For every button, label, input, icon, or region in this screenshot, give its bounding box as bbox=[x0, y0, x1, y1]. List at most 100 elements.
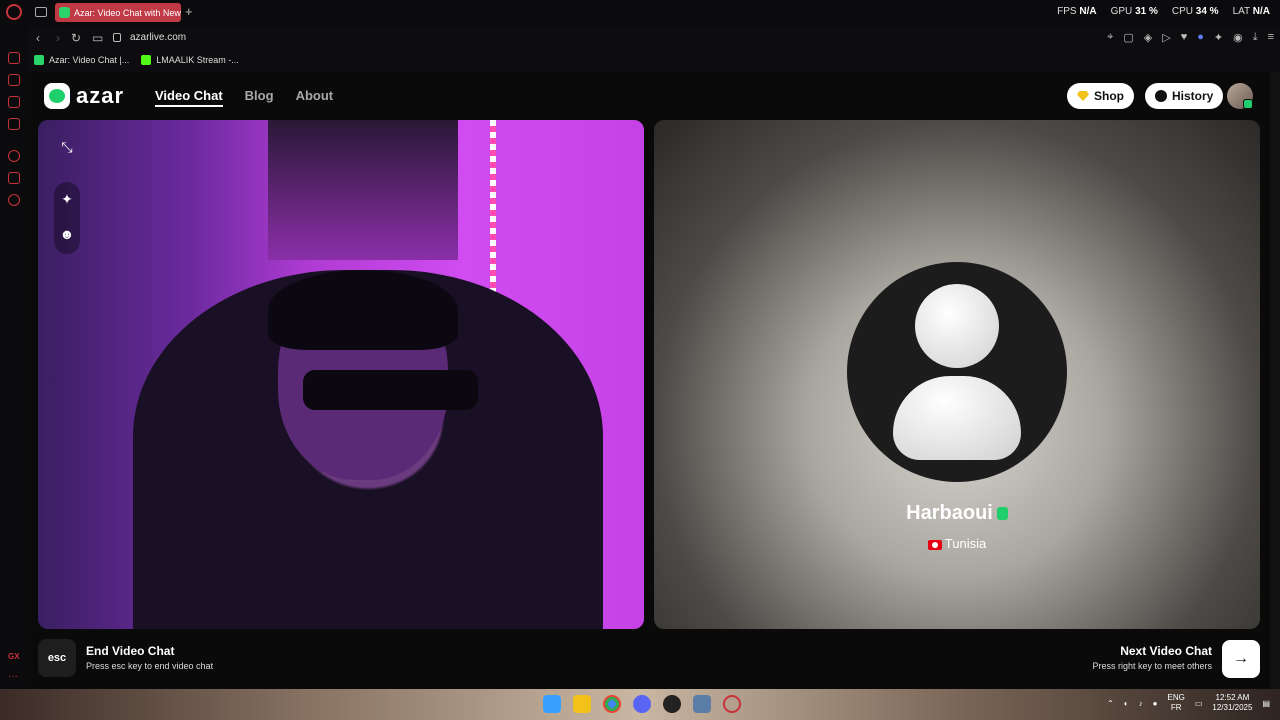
notifications-icon[interactable]: ▤ bbox=[1262, 699, 1270, 708]
shop-label: Shop bbox=[1094, 89, 1124, 103]
nav-video-chat[interactable]: Video Chat bbox=[155, 88, 223, 107]
menu-icon[interactable]: ≡ bbox=[1268, 31, 1274, 44]
stat-cpu: CPU 34 % bbox=[1171, 6, 1219, 17]
reload-icon[interactable]: ↻ bbox=[71, 31, 81, 45]
bookmarks-bar: Azar: Video Chat |... LMAALIK Stream -..… bbox=[28, 50, 1280, 70]
page-scrollbar[interactable] bbox=[1270, 72, 1280, 689]
stat-lat: LAT N/A bbox=[1232, 6, 1270, 17]
file-explorer-icon[interactable] bbox=[573, 695, 591, 713]
next-chat-title: Next Video Chat bbox=[1120, 644, 1212, 658]
download-icon[interactable]: ⤓ bbox=[1253, 31, 1258, 44]
azar-favicon-icon bbox=[59, 7, 70, 18]
pin-icon[interactable]: ⌖ bbox=[1107, 31, 1113, 44]
camera-icon[interactable]: ▭ bbox=[92, 31, 103, 45]
display-icon[interactable]: ▭ bbox=[1195, 699, 1203, 708]
peer-country: Tunisia bbox=[944, 536, 987, 551]
taskbar-apps bbox=[543, 695, 741, 713]
microphone-icon[interactable]: ● bbox=[1153, 699, 1158, 708]
peer-country-line: Tunisia bbox=[654, 536, 1260, 551]
face-sticker-icon[interactable]: ☻ bbox=[54, 221, 80, 247]
peer-name: Harbaoui bbox=[906, 502, 993, 524]
minimize-video-icon[interactable]: ⤡ bbox=[54, 134, 80, 160]
self-video-glasses bbox=[303, 370, 478, 410]
language-indicator[interactable]: ENG FR bbox=[1167, 693, 1184, 713]
heart-icon[interactable]: ♥ bbox=[1181, 31, 1188, 44]
new-tab-button[interactable]: + bbox=[185, 4, 193, 19]
bookmark-label: LMAALIK Stream -... bbox=[156, 55, 239, 65]
history-button[interactable]: History bbox=[1145, 83, 1224, 109]
browser-tab[interactable]: Azar: Video Chat with New bbox=[55, 3, 181, 22]
next-chat-button[interactable]: → bbox=[1222, 640, 1260, 678]
snapshot-icon[interactable]: ▢ bbox=[1123, 31, 1133, 44]
shop-button[interactable]: Shop bbox=[1067, 83, 1134, 109]
clock-icon bbox=[1155, 90, 1167, 102]
shield-icon[interactable]: ◈ bbox=[1144, 31, 1152, 44]
sidebar-player-icon[interactable] bbox=[8, 96, 20, 108]
azar-logo-icon bbox=[44, 83, 70, 109]
profile-icon[interactable]: ◉ bbox=[1233, 31, 1243, 44]
avatar-head bbox=[915, 284, 999, 368]
nav-blog[interactable]: Blog bbox=[245, 88, 274, 107]
headset-icon[interactable]: ◐ bbox=[1124, 699, 1129, 708]
toolbar-icons: ⌖ ▢ ◈ ▷ ♥ ● ✦ ◉ ⤓ ≡ bbox=[1107, 31, 1274, 44]
main-nav: Video Chat Blog About bbox=[155, 88, 333, 107]
url-field[interactable]: azarlive.com bbox=[130, 32, 186, 43]
bookmark-kick[interactable]: LMAALIK Stream -... bbox=[141, 55, 239, 65]
volume-icon[interactable]: ♪ bbox=[1139, 699, 1143, 708]
bookmark-label: Azar: Video Chat |... bbox=[49, 55, 130, 65]
sidebar-more-icon[interactable]: ··· bbox=[8, 671, 18, 682]
sidebar-gx-label[interactable]: GX bbox=[8, 652, 20, 661]
logo-text: azar bbox=[76, 83, 125, 108]
address-bar: ‹ › ↻ ▭ azarlive.com ⌖ ▢ ◈ ▷ ♥ ● ✦ ◉ ⤓ ≡ bbox=[28, 26, 1280, 50]
nav-about[interactable]: About bbox=[296, 88, 334, 107]
tab-list-icon[interactable] bbox=[35, 7, 47, 17]
sidebar-speed-dial-icon[interactable] bbox=[8, 52, 20, 64]
gem-icon bbox=[1077, 91, 1089, 101]
stat-fps: FPS N/A bbox=[1057, 6, 1097, 17]
browser-titlebar: Azar: Video Chat with New + FPS N/A GPU … bbox=[0, 0, 1280, 26]
azar-logo[interactable]: azar bbox=[44, 83, 124, 109]
self-video-hair bbox=[268, 270, 458, 350]
back-icon[interactable]: ‹ bbox=[36, 31, 40, 45]
azar-page: azar Video Chat Blog About Shop History … bbox=[28, 72, 1270, 689]
end-chat-button[interactable]: esc bbox=[38, 639, 76, 677]
opera-gx-logo-icon[interactable] bbox=[6, 4, 22, 20]
sparkle-effects-icon[interactable]: ✦ bbox=[54, 186, 80, 212]
performance-stats: FPS N/A GPU 31 % CPU 34 % LAT N/A bbox=[1057, 6, 1270, 17]
windows-start-icon[interactable] bbox=[543, 695, 561, 713]
forward-icon[interactable]: › bbox=[56, 31, 60, 45]
tunisia-flag-icon bbox=[927, 539, 942, 550]
avatar-body bbox=[893, 376, 1021, 460]
clock[interactable]: 12:52 AM 12/31/2025 bbox=[1212, 693, 1252, 713]
background-shelf bbox=[268, 120, 458, 260]
verified-badge-icon bbox=[996, 507, 1008, 521]
play-icon[interactable]: ▷ bbox=[1162, 31, 1170, 44]
kick-bookmark-icon bbox=[141, 55, 152, 65]
obs-icon[interactable] bbox=[663, 695, 681, 713]
extensions-icon[interactable]: ✦ bbox=[1214, 31, 1223, 44]
end-chat-hint: Press esc key to end video chat bbox=[86, 661, 214, 671]
peer-name-line: Harbaoui bbox=[654, 502, 1260, 525]
bookmark-azar[interactable]: Azar: Video Chat |... bbox=[34, 55, 129, 65]
my-video-panel: ⤡ ✦ ☻ bbox=[38, 120, 644, 629]
system-tray: ⌃ ◐ ♪ ● ENG FR ▭ 12:52 AM 12/31/2025 ▤ bbox=[1107, 693, 1270, 713]
next-chat-hint: Press right key to meet others bbox=[1092, 661, 1212, 671]
sidebar-history-icon[interactable] bbox=[8, 150, 20, 162]
opera-gx-taskbar-icon[interactable] bbox=[723, 695, 741, 713]
vpn-icon[interactable]: ● bbox=[1197, 31, 1204, 44]
tab-title: Azar: Video Chat with New bbox=[74, 7, 181, 18]
discord-icon[interactable] bbox=[633, 695, 651, 713]
peer-default-avatar bbox=[847, 262, 1067, 482]
lock-icon bbox=[113, 33, 121, 42]
avatar-badge-icon bbox=[1243, 99, 1253, 109]
history-label: History bbox=[1172, 89, 1214, 103]
sidebar-settings-icon[interactable] bbox=[8, 194, 20, 206]
sidebar-messenger-icon[interactable] bbox=[8, 118, 20, 130]
settings-app-icon[interactable] bbox=[693, 695, 711, 713]
end-chat-title: End Video Chat bbox=[86, 644, 175, 658]
sidebar-twitch-icon[interactable] bbox=[8, 74, 20, 86]
sidebar-extensions-icon[interactable] bbox=[8, 172, 20, 184]
browser-sidebar: GX ··· bbox=[0, 26, 28, 690]
tray-overflow-icon[interactable]: ⌃ bbox=[1107, 699, 1114, 708]
chrome-icon[interactable] bbox=[603, 695, 621, 713]
